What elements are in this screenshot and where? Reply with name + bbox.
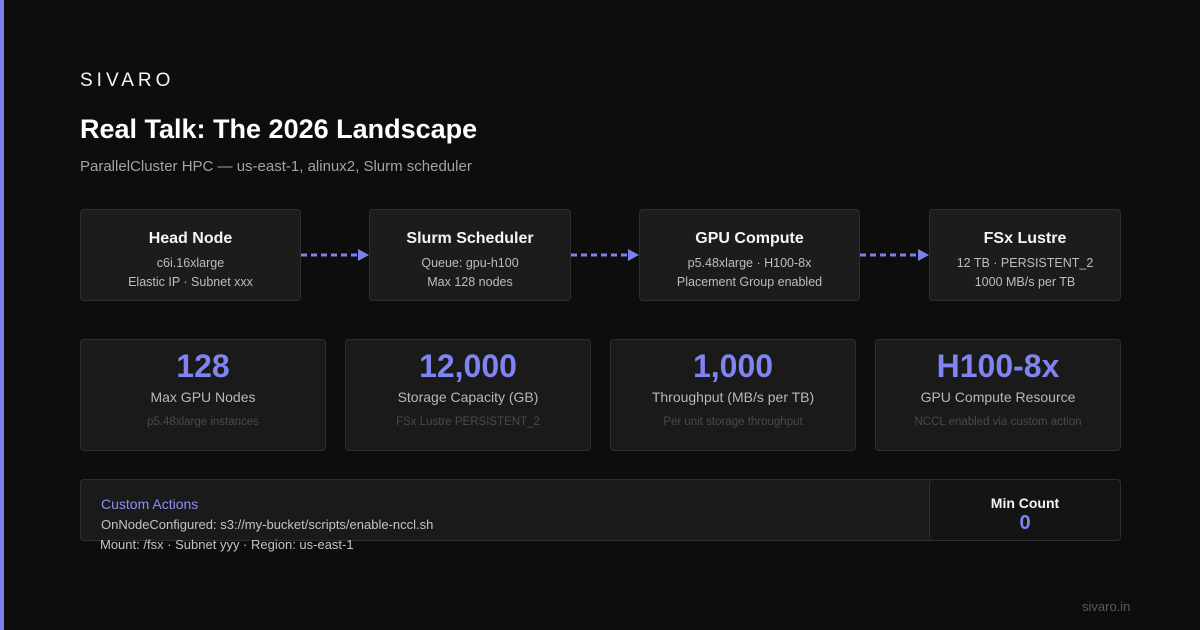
stat-value: 1,000	[692, 348, 774, 384]
stat-label: Storage Capacity (GB)	[397, 389, 539, 405]
custom-actions-detail: Mount: /fsx · Subnet yyy · Region: us-ea…	[100, 537, 354, 552]
stat-note: NCCL enabled via custom action	[914, 416, 1082, 428]
page-title: Real Talk: The 2026 Landscape	[80, 114, 478, 144]
node-detail: Max 128 nodes	[427, 275, 513, 289]
node-detail: c6i.16xlarge	[156, 256, 225, 270]
node-detail: p5.48xlarge · H100-8x	[687, 256, 812, 270]
flow-arrow-icon	[301, 249, 369, 261]
min-count-card: Min Count 0	[929, 479, 1121, 541]
custom-actions-detail: OnNodeConfigured: s3://my-bucket/scripts…	[101, 517, 434, 532]
node-detail: Queue: gpu-h100	[421, 256, 519, 270]
node-title: GPU Compute	[695, 230, 804, 247]
stat-label: Max GPU Nodes	[150, 389, 256, 405]
node-detail: 12 TB · PERSISTENT_2	[956, 256, 1094, 270]
stat-value: H100-8x	[936, 348, 1060, 384]
flow-arrow-icon	[860, 249, 929, 261]
flow-node-scheduler: Slurm Scheduler Queue: gpu-h100 Max 128 …	[369, 209, 571, 301]
stat-value: 12,000	[419, 348, 517, 384]
stat-card-storage: 12,000 Storage Capacity (GB) FSx Lustre …	[345, 339, 591, 451]
flow-node-compute: GPU Compute p5.48xlarge · H100-8x Placem…	[639, 209, 860, 301]
min-count-value: 0	[1019, 512, 1031, 534]
stat-note: Per unit storage throughput	[663, 416, 803, 428]
stat-note: p5.48xlarge instances	[147, 416, 259, 428]
flow-arrow-icon	[571, 249, 639, 261]
footer-url: sivaro.in	[1082, 599, 1131, 614]
stat-note: FSx Lustre PERSISTENT_2	[396, 416, 540, 428]
stat-card-throughput: 1,000 Throughput (MB/s per TB) Per unit …	[610, 339, 856, 451]
node-detail: Placement Group enabled	[676, 275, 823, 289]
stat-label: GPU Compute Resource	[920, 389, 1076, 405]
stat-card-gpu-nodes: 128 Max GPU Nodes p5.48xlarge instances	[80, 339, 326, 451]
node-detail: 1000 MB/s per TB	[974, 275, 1076, 289]
node-detail: Elastic IP · Subnet xxx	[128, 275, 253, 289]
min-count-label: Min Count	[990, 495, 1060, 511]
stat-label: Throughput (MB/s per TB)	[651, 389, 815, 405]
custom-actions-heading: Custom Actions	[101, 496, 199, 512]
stat-value: 128	[176, 348, 230, 384]
node-title: Head Node	[148, 230, 233, 247]
stat-card-gpu-resource: H100-8x GPU Compute Resource NCCL enable…	[875, 339, 1121, 451]
brand-logo: SIVARO	[80, 70, 175, 91]
flow-node-storage: FSx Lustre 12 TB · PERSISTENT_2 1000 MB/…	[929, 209, 1121, 301]
page-subtitle: ParallelCluster HPC — us-east-1, alinux2…	[80, 158, 472, 175]
flow-node-head: Head Node c6i.16xlarge Elastic IP · Subn…	[80, 209, 301, 301]
node-title: Slurm Scheduler	[406, 230, 534, 247]
accent-bar	[0, 0, 4, 630]
node-title: FSx Lustre	[983, 230, 1067, 247]
